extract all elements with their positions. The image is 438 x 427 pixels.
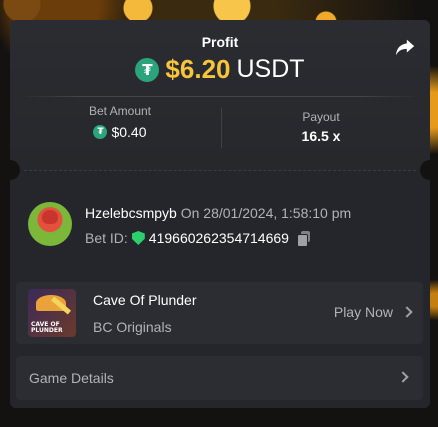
- chevron-right-icon: [397, 371, 409, 383]
- bet-user-row: Hzelebcsmpyb On 28/01/2024, 1:58:10 pm B…: [28, 202, 418, 247]
- game-link-card[interactable]: CAVE OF PLUNDER Cave Of Plunder BC Origi…: [16, 282, 423, 344]
- profit-value: $6.20: [165, 54, 231, 84]
- payout-value: 16.5 x: [301, 128, 341, 144]
- tether-icon: ₮: [93, 125, 108, 139]
- profit-label: Profit: [201, 34, 239, 50]
- bet-timestamp: On 28/01/2024, 1:58:10 pm: [180, 205, 352, 221]
- profit-currency: USDT: [236, 55, 305, 83]
- bet-id-value: 419660262354714669: [148, 230, 289, 246]
- profit-panel: Profit ₮ $6.20 USDT Bet Amount ₮ $0.40 P…: [10, 20, 430, 170]
- bet-amount-label: Bet Amount: [88, 104, 152, 118]
- chevron-right-icon: [401, 306, 413, 318]
- bet-amount-value: $0.40: [111, 124, 147, 140]
- profit-amount-row: ₮ $6.20 USDT: [10, 54, 430, 85]
- game-details-label: Game Details: [29, 370, 114, 386]
- ticket-notch-left: [0, 160, 20, 180]
- avatar[interactable]: [28, 202, 72, 246]
- shield-check-icon: [131, 231, 145, 245]
- bet-id-line: Bet ID: 419660262354714669: [85, 230, 311, 247]
- divider: [22, 96, 418, 97]
- game-thumbnail: CAVE OF PLUNDER: [28, 289, 76, 337]
- payout-stat: Payout 16.5 x: [221, 110, 421, 144]
- bet-amount-value-row: ₮ $0.40: [20, 124, 220, 140]
- play-now-button[interactable]: Play Now: [333, 304, 413, 320]
- bet-user-line: Hzelebcsmpyb On 28/01/2024, 1:58:10 pm: [85, 205, 351, 221]
- bet-id-label: Bet ID:: [85, 230, 128, 246]
- bet-amount-stat: Bet Amount ₮ $0.40: [20, 104, 220, 140]
- ticket-notch-right: [420, 160, 438, 180]
- game-provider: BC Originals: [93, 319, 172, 335]
- play-now-label: Play Now: [333, 304, 393, 320]
- payout-label: Payout: [302, 110, 340, 124]
- game-thumb-text: CAVE OF PLUNDER: [31, 321, 63, 334]
- copy-icon[interactable]: [296, 231, 311, 247]
- dashed-divider: [24, 170, 416, 171]
- username[interactable]: Hzelebcsmpyb: [85, 205, 177, 221]
- game-details-button[interactable]: Game Details: [16, 356, 423, 400]
- tether-icon: ₮: [135, 57, 160, 82]
- bet-detail-card: Profit ₮ $6.20 USDT Bet Amount ₮ $0.40 P…: [0, 20, 438, 408]
- game-name: Cave Of Plunder: [93, 292, 197, 308]
